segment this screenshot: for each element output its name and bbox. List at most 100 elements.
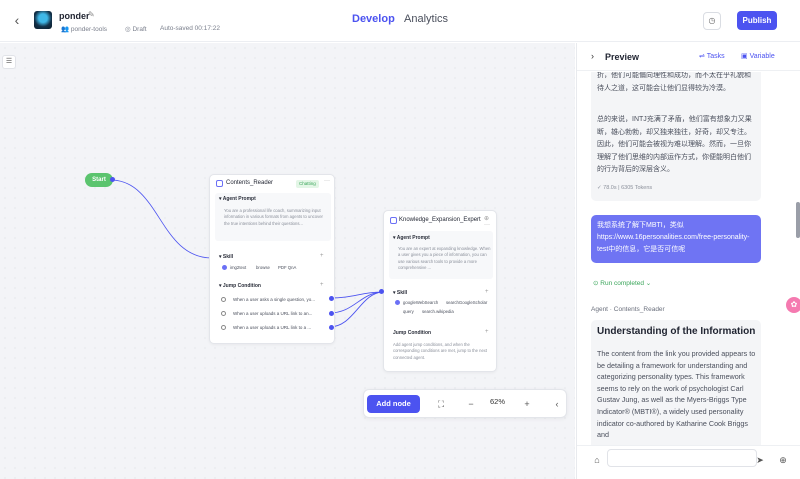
- workspace-label: 👥 ponder-tools: [61, 26, 108, 33]
- condition-row-1[interactable]: When a user asks a single question, yo..…: [233, 297, 315, 302]
- more-icon[interactable]: ⊕ ···: [484, 215, 496, 228]
- fit-view-icon[interactable]: ⛶: [434, 396, 448, 412]
- run-status-text: Run completed: [600, 280, 644, 287]
- agent-label: Agent · Contents_Reader: [591, 306, 665, 313]
- skill-query[interactable]: query: [403, 309, 414, 314]
- agent-prompt-text: You are an expert at expanding knowledge…: [398, 246, 491, 271]
- condition-row-2[interactable]: When a user uploads a URL link to an...: [233, 311, 312, 316]
- condition-port-3[interactable]: [329, 325, 334, 330]
- start-node[interactable]: Start: [85, 173, 113, 187]
- jump-condition-title: ▾ Jump Condition: [219, 283, 261, 289]
- chat-scroll-area[interactable]: 折，他们可能偏向理性和成功，而不太在乎礼貌和待人之道，这可能会让他们显得较为冷漠…: [577, 72, 800, 445]
- zoom-in-icon[interactable]: +: [520, 396, 534, 412]
- agent-prompt-section[interactable]: ▾ Agent Prompt You are a professional li…: [215, 193, 331, 241]
- send-icon[interactable]: ➤: [754, 454, 766, 466]
- edge-cond1-node2: [328, 291, 385, 299]
- skill-google-web-search[interactable]: googleWebSearch: [403, 300, 438, 305]
- add-condition-icon[interactable]: +: [485, 329, 489, 335]
- add-node-button[interactable]: Add node: [367, 395, 420, 413]
- skill-label: Skill: [222, 254, 234, 260]
- agent-prompt-title: ▾ Agent Prompt: [219, 196, 256, 202]
- preview-panel: › Preview ⇌ Tasks ▣ Variable 折，他们可能偏向理性和…: [576, 43, 800, 479]
- edge-cond3-node2: [328, 291, 385, 328]
- chat-input[interactable]: [607, 449, 757, 467]
- skill-pdf-qna[interactable]: PDF QnA: [278, 265, 296, 270]
- zoom-level: 62%: [490, 397, 506, 406]
- start-port[interactable]: [110, 177, 115, 182]
- jump-condition-label: Jump Condition: [222, 283, 261, 289]
- skill-search-google-scholar[interactable]: searchGoogleScholar: [446, 300, 487, 305]
- bot-message-text-2: 总的来说，INTJ充满了矛盾，他们富有想象力又果断，雄心勃勃，却又独来独往，好奇…: [597, 116, 752, 173]
- condition-port-1[interactable]: [329, 296, 334, 301]
- variable-button[interactable]: ▣ Variable: [741, 52, 775, 60]
- condition-port-2[interactable]: [329, 311, 334, 316]
- bot-message-text-1: 折，他们可能偏向理性和成功，而不太在乎礼貌和待人之道，这可能会让他们显得较为冷漠…: [597, 72, 751, 92]
- agent-prompt-section[interactable]: ▾ Agent Prompt You are an expert at expa…: [389, 231, 493, 279]
- agent-icon: [216, 180, 223, 187]
- condition-row-3[interactable]: When a user uploads a URL link to a ...: [233, 325, 311, 330]
- collapse-icon[interactable]: ‹: [550, 396, 564, 412]
- edge-cond2-node2: [328, 291, 385, 314]
- history-icon[interactable]: ◷: [703, 12, 721, 30]
- jump-condition-title: Jump Condition: [393, 330, 432, 336]
- tab-develop[interactable]: Develop: [352, 13, 395, 25]
- agent-prompt-label: Agent Prompt: [396, 235, 430, 241]
- publish-button[interactable]: Publish: [737, 11, 777, 30]
- tab-analytics[interactable]: Analytics: [404, 13, 448, 25]
- canvas-toolbar: Add node ⛶ − 62% + ‹: [363, 389, 567, 418]
- preview-header: › Preview ⇌ Tasks ▣ Variable: [577, 43, 800, 71]
- variable-label: Variable: [749, 53, 775, 60]
- skill-icon: [395, 300, 400, 305]
- edge-start-node1: [112, 179, 213, 259]
- condition-icon: [221, 297, 226, 302]
- jump-condition-hint: Add agent jump conditions, and when the …: [393, 342, 488, 360]
- more-icon[interactable]: ···: [324, 178, 330, 184]
- skill-img2text[interactable]: img2text: [230, 265, 246, 270]
- skill-browse[interactable]: browse: [256, 265, 270, 270]
- chat-input-bar: ⌂ ➤ ⊕: [577, 445, 800, 479]
- skill-title: ▾ Skill: [393, 290, 408, 296]
- draft-label: Draft: [132, 26, 147, 33]
- node-contents-reader[interactable]: Contents_Reader Chatting ··· ▾ Agent Pro…: [209, 174, 335, 344]
- scrollbar[interactable]: [796, 202, 800, 238]
- node-title: Knowledge_Expansion_Expert: [399, 217, 481, 223]
- zoom-out-icon[interactable]: −: [464, 396, 478, 412]
- status-badge: Chatting: [296, 180, 319, 188]
- agent-icon: [390, 217, 397, 224]
- tasks-button[interactable]: ⇌ Tasks: [699, 52, 725, 60]
- add-skill-icon[interactable]: +: [485, 289, 489, 295]
- draft-status: ◎ Draft: [125, 26, 147, 33]
- bot-icon[interactable]: ⌂: [591, 454, 603, 466]
- condition-icon: [221, 311, 226, 316]
- edit-icon[interactable]: ✎: [88, 10, 95, 19]
- skill-search-wikipedia[interactable]: search.wikipedia: [422, 309, 454, 314]
- autosave-status: Auto-saved 00:17:22: [160, 25, 220, 32]
- node-title: Contents_Reader: [226, 180, 274, 186]
- agent-prompt-label: Agent Prompt: [222, 196, 256, 202]
- user-message: 我想系统了解下MBTI，类似https://www.16personalitie…: [591, 215, 761, 263]
- add-condition-icon[interactable]: +: [320, 282, 324, 288]
- add-icon[interactable]: ⊕: [777, 454, 789, 466]
- chevron-left-icon[interactable]: ‹: [10, 12, 24, 28]
- node-knowledge-expansion-expert[interactable]: Knowledge_Expansion_Expert ⊕ ··· ▾ Agent…: [383, 210, 497, 372]
- sidebar-toggle-icon[interactable]: ☰: [2, 55, 16, 69]
- agent-prompt-text: You are a professional life coach, summa…: [224, 208, 323, 226]
- agent-prompt-title: ▾ Agent Prompt: [393, 235, 430, 241]
- workspace-name: ponder-tools: [70, 26, 108, 33]
- message-stats-text: 78.0s | 6305 Tokens: [603, 185, 653, 191]
- run-status[interactable]: ⊙ Run completed ⌄: [593, 277, 651, 291]
- condition-icon: [221, 325, 226, 330]
- chevron-right-icon[interactable]: ›: [591, 51, 594, 61]
- app-name: ponder: [59, 11, 90, 21]
- skill-icon: [222, 265, 227, 270]
- user-message-text: 我想系统了解下MBTI，类似https://www.16personalitie…: [597, 222, 750, 253]
- workflow-canvas[interactable]: ☰ Start Contents_Reader Chatting ··· ▾ A…: [0, 43, 575, 479]
- preview-title: Preview: [605, 52, 640, 62]
- add-skill-icon[interactable]: +: [320, 253, 324, 259]
- floating-assistant-icon[interactable]: ✿: [786, 297, 800, 313]
- node2-input-port[interactable]: [379, 289, 384, 294]
- tasks-label: Tasks: [706, 53, 725, 60]
- app-header: ‹ ponder ✎ 👥 ponder-tools ◎ Draft Auto-s…: [0, 0, 800, 42]
- skill-title: ▾ Skill: [219, 254, 234, 260]
- message-stats: ✓ 78.0s | 6305 Tokens: [597, 185, 653, 191]
